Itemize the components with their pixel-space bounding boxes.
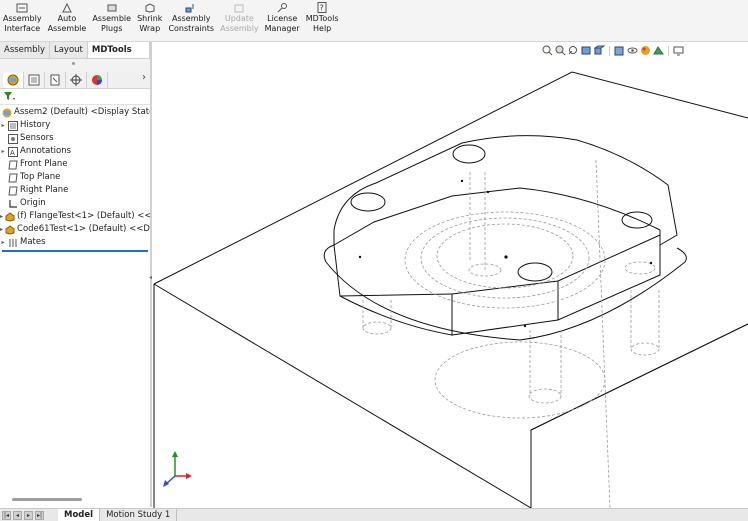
tab-model[interactable]: Model: [58, 509, 101, 521]
panel-grip[interactable]: [0, 59, 150, 71]
configuration-manager-icon[interactable]: [45, 71, 66, 88]
help-icon: ?: [315, 2, 329, 13]
svg-text:A: A: [10, 149, 15, 157]
ribbon-label: Update Assembly: [220, 14, 259, 33]
assembly-constraints-icon: [184, 2, 198, 13]
last-tab-icon[interactable]: ▸|: [35, 510, 44, 520]
ribbon-label: License Manager: [264, 14, 300, 33]
command-manager-tabs: Assembly Layout MDTools 985: [0, 42, 150, 71]
svg-text:?: ?: [320, 4, 324, 13]
feature-manager-icon[interactable]: [3, 71, 24, 88]
filter-icon[interactable]: [3, 91, 15, 104]
plane-icon: [8, 173, 18, 183]
property-manager-icon[interactable]: [24, 71, 45, 88]
annotations-icon: A: [8, 146, 18, 157]
dimxpert-icon[interactable]: [66, 71, 87, 88]
part-icon: [5, 211, 15, 222]
expand-arrow-icon[interactable]: ▸: [0, 223, 3, 236]
plane-icon: [8, 186, 18, 196]
update-assembly-button[interactable]: Update Assembly: [217, 0, 262, 41]
assembly-interface-button[interactable]: Assembly Interface: [0, 0, 45, 41]
shrink-wrap-icon: [143, 2, 157, 13]
command-ribbon: Assembly Interface Auto Assemble Assemble P…: [0, 0, 748, 42]
tree-item-label: (f) FlangeTest<1> (Default) <<De: [17, 211, 150, 221]
tree-item-flangetest[interactable]: ▸ (f) FlangeTest<1> (Default) <<De: [0, 210, 150, 223]
tree-item-label: Sensors: [20, 133, 54, 143]
expand-arrow-icon[interactable]: ▸: [0, 210, 3, 223]
shrink-wrap-button[interactable]: Shrink Wrap: [134, 0, 165, 41]
cad-model-view[interactable]: [152, 42, 748, 508]
sensors-icon: [8, 133, 18, 144]
auto-assemble-icon: [60, 2, 74, 13]
origin-icon: [8, 199, 18, 209]
expand-arrow-icon[interactable]: ▸: [0, 145, 6, 158]
plane-icon: [8, 160, 18, 170]
license-manager-icon: [275, 2, 289, 13]
manager-tab-bar: ›: [0, 71, 150, 89]
feature-tree: Assem2 (Default) <Display State-1> ▸ His…: [0, 106, 150, 256]
history-icon: [8, 120, 18, 131]
assembly-icon: [2, 108, 12, 118]
horizontal-scrollbar[interactable]: [12, 498, 82, 501]
tree-item-annotations[interactable]: ▸ A Annotations: [0, 145, 150, 158]
tab-assembly[interactable]: Assembly: [0, 42, 50, 58]
tree-item-label: Code61Test<1> (Default) <<Defa: [17, 224, 150, 234]
assemble-plugs-icon: [105, 2, 119, 13]
assembly-interface-icon: [15, 2, 29, 13]
first-tab-icon[interactable]: |◂: [2, 510, 11, 520]
chevron-right-icon[interactable]: ›: [142, 72, 146, 83]
coordinate-triad: [163, 451, 192, 487]
expand-arrow-icon[interactable]: ▸: [0, 119, 6, 132]
tree-item-origin[interactable]: Origin: [0, 197, 150, 210]
graphics-viewport[interactable]: [152, 42, 748, 508]
tree-item-label: Top Plane: [20, 172, 61, 182]
assembly-constraints-button[interactable]: Assembly Constraints: [165, 0, 217, 41]
tree-item-label: Front Plane: [20, 159, 68, 169]
tree-item-mates[interactable]: ▸ Mates: [0, 236, 150, 249]
tree-item-front-plane[interactable]: Front Plane: [0, 158, 150, 171]
tab-layout[interactable]: Layout: [50, 42, 88, 58]
ribbon-label: Assembly Interface: [3, 14, 42, 33]
tree-item-top-plane[interactable]: Top Plane: [0, 171, 150, 184]
tree-item-label: History: [20, 120, 51, 130]
tree-item-label: Mates: [20, 237, 46, 247]
ribbon-label: Assembly Constraints: [168, 14, 215, 33]
tree-item-right-plane[interactable]: Right Plane: [0, 184, 150, 197]
bottom-tab-bar: |◂ ◂ ▸ ▸| Model Motion Study 1: [0, 508, 748, 521]
auto-assemble-button[interactable]: Auto Assemble: [45, 0, 90, 41]
tree-item-label: Right Plane: [20, 185, 69, 195]
part-icon: [5, 224, 15, 235]
update-assembly-icon: [232, 2, 246, 13]
tree-filter[interactable]: [0, 90, 150, 105]
mates-icon: [8, 238, 18, 248]
mates-underline: [2, 250, 148, 252]
display-manager-icon[interactable]: [87, 71, 108, 88]
assemble-plugs-button[interactable]: Assemble Plugs: [89, 0, 134, 41]
mdtools-help-button[interactable]: ? MDTools Help: [303, 0, 342, 41]
tab-motion-study[interactable]: Motion Study 1: [100, 509, 178, 521]
ribbon-label: Auto Assemble: [47, 14, 87, 33]
tab-mdtools[interactable]: MDTools 985: [87, 42, 150, 71]
tree-root-label: Assem2 (Default) <Display State-1>: [14, 107, 150, 117]
app-window: Assembly Interface Auto Assemble Assemble P…: [0, 0, 748, 521]
license-manager-button[interactable]: License Manager: [262, 0, 303, 41]
tree-root[interactable]: Assem2 (Default) <Display State-1>: [0, 106, 150, 119]
ribbon-label: Shrink Wrap: [137, 14, 163, 33]
next-tab-icon[interactable]: ▸: [24, 510, 33, 520]
expand-arrow-icon[interactable]: ▸: [0, 236, 6, 249]
tree-item-label: Annotations: [20, 146, 72, 156]
ribbon-label: MDTools Help: [305, 14, 339, 33]
tree-item-sensors[interactable]: Sensors: [0, 132, 150, 145]
tree-item-history[interactable]: ▸ History: [0, 119, 150, 132]
tree-item-code61test[interactable]: ▸ Code61Test<1> (Default) <<Defa: [0, 223, 150, 236]
ribbon-label: Assemble Plugs: [92, 14, 132, 33]
prev-tab-icon[interactable]: ◂: [13, 510, 22, 520]
tree-item-label: Origin: [20, 198, 46, 208]
